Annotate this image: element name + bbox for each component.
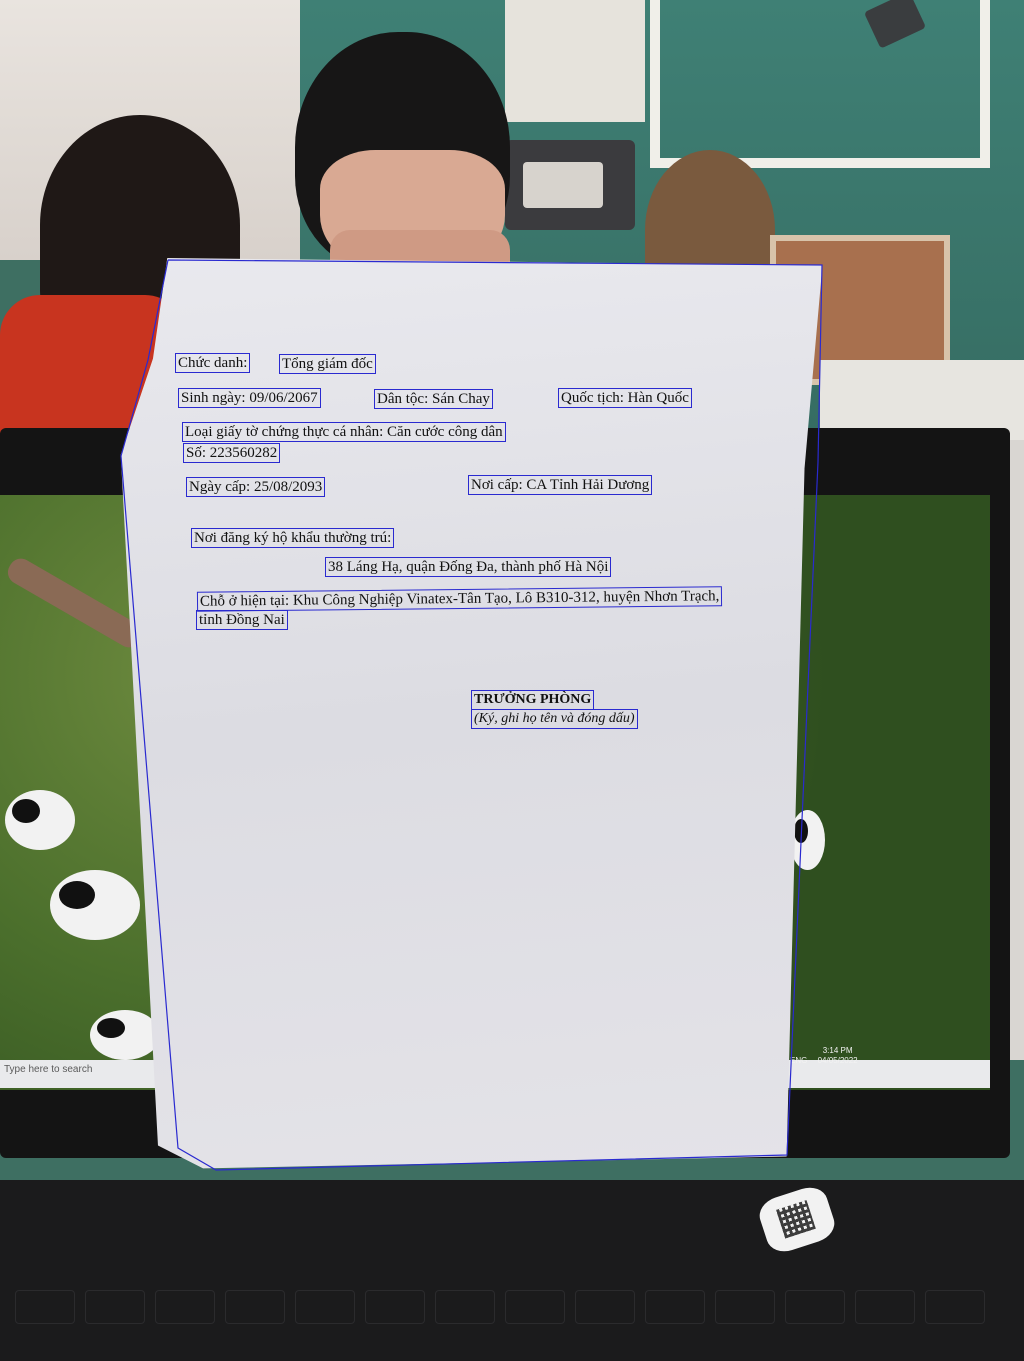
language-indicator[interactable]: ENG: [790, 1056, 807, 1065]
taskbar-search-input[interactable]: Type here to search: [4, 1064, 92, 1075]
keyboard-key: [645, 1290, 705, 1324]
field-sinh-ngay: Sinh ngày: 09/06/2067: [178, 388, 321, 408]
field-loai-giay-to: Loại giấy tờ chứng thực cá nhân: Căn cướ…: [182, 422, 506, 442]
field-chuc-danh-label: Chức danh:: [175, 353, 251, 373]
keyboard-key: [15, 1290, 75, 1324]
signature-title: TRƯỞNG PHÒNG: [471, 690, 595, 710]
field-noi-cap: Nơi cấp: CA Tỉnh Hải Dương: [468, 475, 653, 495]
keyboard-key: [85, 1290, 145, 1324]
field-so: Số: 223560282: [183, 443, 281, 463]
keyboard-key: [715, 1290, 775, 1324]
panda: [50, 870, 140, 940]
keyboard-key: [785, 1290, 845, 1324]
signature-note: (Ký, ghi họ tên và đóng dấu): [471, 709, 638, 729]
wall-paper-sheet: [505, 0, 645, 122]
field-ngay-cap: Ngày cấp: 25/08/2093: [186, 477, 326, 497]
keyboard: [0, 1180, 1024, 1361]
panda: [90, 1010, 160, 1060]
keyboard-key: [855, 1290, 915, 1324]
clock-date: 04/05/2022: [817, 1056, 858, 1065]
keyboard-key: [295, 1290, 355, 1324]
keyboard-key: [435, 1290, 495, 1324]
field-dan-toc: Dân tộc: Sán Chay: [374, 389, 493, 409]
keyboard-key: [155, 1290, 215, 1324]
field-cho-o-line2: tỉnh Đồng Nai: [196, 610, 288, 630]
clock[interactable]: 3:14 PM 04/05/2022: [818, 1046, 866, 1066]
keyboard-key: [225, 1290, 285, 1324]
keyboard-key: [505, 1290, 565, 1324]
field-noi-dang-ky-value: 38 Láng Hạ, quận Đống Đa, thành phố Hà N…: [325, 557, 612, 577]
system-tray: ENG 3:14 PM 04/05/2022: [790, 1046, 874, 1066]
keyboard-key: [925, 1290, 985, 1324]
field-chuc-danh-value: Tổng giám đốc: [279, 354, 376, 374]
field-noi-dang-ky-label: Nơi đăng ký hộ khẩu thường trú:: [191, 528, 395, 548]
wall-board-frame: [650, 0, 990, 168]
panda: [5, 790, 75, 850]
keyboard-key: [575, 1290, 635, 1324]
field-quoc-tich: Quốc tịch: Hàn Quốc: [558, 388, 692, 408]
keyboard-key: [365, 1290, 425, 1324]
appliance: [505, 140, 635, 230]
clock-time: 3:14 PM: [822, 1046, 853, 1055]
